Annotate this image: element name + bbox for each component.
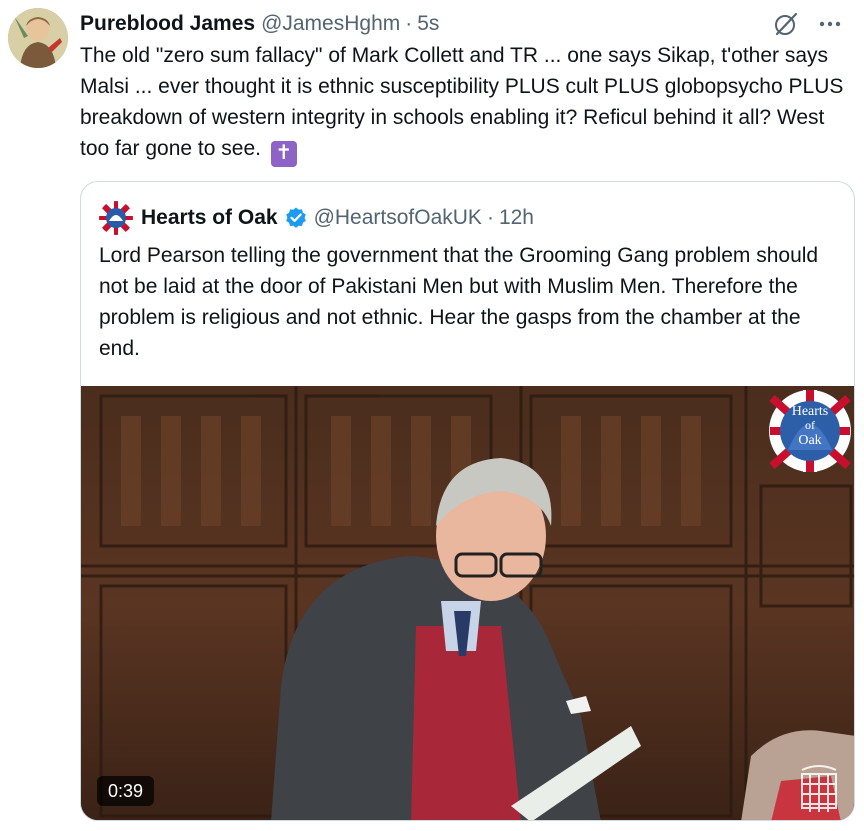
quoted-display-name[interactable]: Hearts of Oak [141,206,278,230]
separator-dot: · [405,12,413,35]
quoted-avatar[interactable] [99,201,133,235]
more-icon[interactable] [816,10,844,38]
verified-badge-icon [284,206,308,230]
video-frame [81,386,854,820]
tweet-header: Pureblood James @JamesHghm · 5s [80,10,844,38]
header-actions [772,10,844,38]
quoted-separator-dot: · [486,206,494,229]
tweet[interactable]: Pureblood James @JamesHghm · 5s The old … [0,0,864,831]
hearts-of-oak-watermark: Hearts of Oak [768,388,852,474]
tweet-text: The old "zero sum fallacy" of Mark Colle… [80,40,850,167]
grok-icon[interactable] [772,10,800,38]
quoted-timestamp[interactable]: 12h [499,206,534,230]
watermark-line-2: of [805,418,815,432]
timestamp[interactable]: 5s [417,12,439,36]
watermark-line-3: Oak [798,433,821,448]
watermark-line-1: Hearts [792,404,829,419]
video-player[interactable]: Hearts of Oak 0:39 [81,386,854,820]
avatar[interactable] [8,8,68,68]
display-name[interactable]: Pureblood James [80,12,255,36]
parliament-portcullis-icon [796,762,842,816]
video-duration: 0:39 [97,776,155,806]
latin-cross-emoji-icon: ✝ [270,140,297,167]
quoted-tweet[interactable]: Hearts of Oak @HeartsofOakUK · 12h Lord … [80,181,855,821]
quoted-tweet-text: Lord Pearson telling the government that… [99,244,819,360]
quoted-tweet-header: Hearts of Oak @HeartsofOakUK · 12h [99,201,534,235]
user-handle[interactable]: @JamesHghm [261,12,400,36]
tweet-body: The old "zero sum fallacy" of Mark Colle… [80,44,844,160]
quoted-handle[interactable]: @HeartsofOakUK [314,206,482,230]
